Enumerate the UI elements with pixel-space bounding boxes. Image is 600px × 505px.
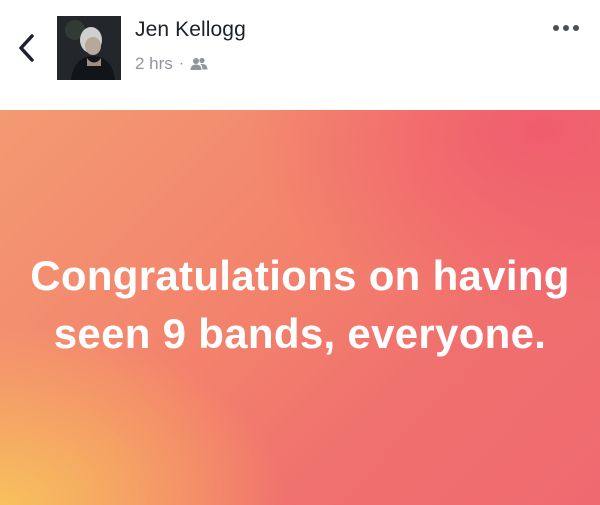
more-dot	[573, 25, 579, 31]
post-background: Congratulations on having seen 9 bands, …	[0, 110, 600, 505]
meta-separator: ·	[178, 55, 185, 72]
friends-icon[interactable]	[190, 57, 208, 71]
post-text: Congratulations on having seen 9 bands, …	[30, 251, 570, 357]
post-header: Jen Kellogg 2 hrs ·	[0, 0, 600, 110]
more-dot	[563, 25, 569, 31]
post-meta: 2 hrs ·	[135, 54, 208, 74]
more-dot	[553, 25, 559, 31]
back-button[interactable]	[12, 30, 42, 70]
chevron-left-icon	[17, 33, 37, 68]
more-options-button[interactable]	[548, 18, 584, 38]
timestamp[interactable]: 2 hrs	[135, 54, 173, 74]
author-name[interactable]: Jen Kellogg	[135, 18, 246, 42]
avatar[interactable]	[57, 16, 121, 80]
